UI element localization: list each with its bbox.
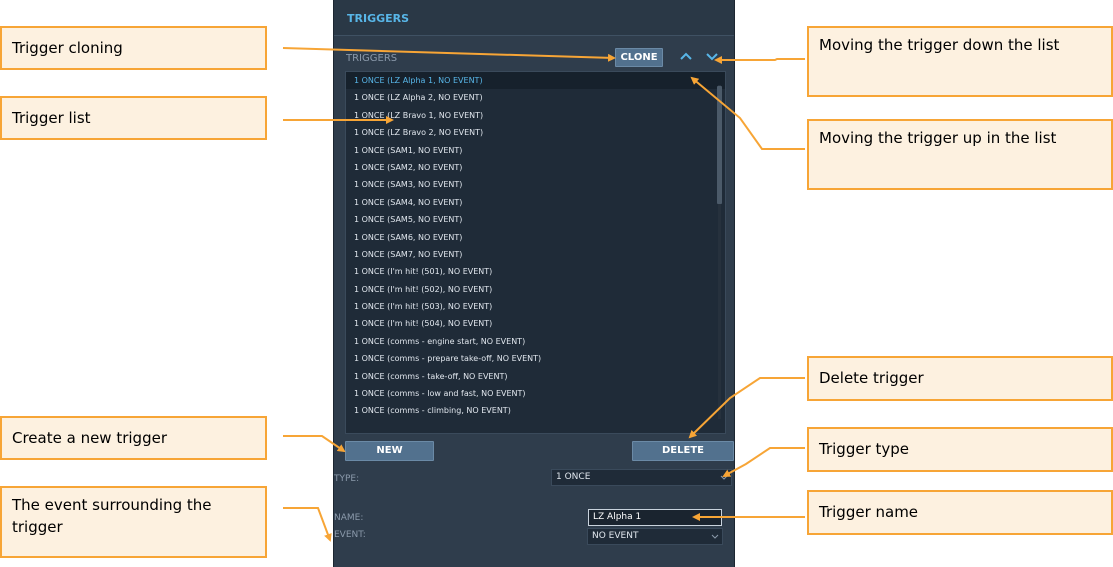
triggers-section-label: TRIGGERS [346, 53, 398, 64]
scroll-thumb[interactable] [717, 86, 722, 204]
trigger-list-item[interactable]: 1 ONCE (LZ Bravo 2, NO EVENT) [346, 124, 725, 141]
callout-trigger-type: Trigger type [807, 427, 1113, 472]
trigger-list-item[interactable]: 1 ONCE (SAM7, NO EVENT) [346, 246, 725, 263]
trigger-list-item[interactable]: 1 ONCE (SAM5, NO EVENT) [346, 211, 725, 228]
trigger-list-item[interactable]: 1 ONCE (SAM3, NO EVENT) [346, 176, 725, 193]
callout-trigger-cloning: Trigger cloning [0, 26, 267, 70]
leader-type [722, 447, 805, 477]
type-select[interactable]: 1 ONCE [551, 469, 732, 486]
trigger-list-item[interactable]: 1 ONCE (comms - engine start, NO EVENT) [346, 333, 725, 350]
scrollbar[interactable] [716, 75, 723, 430]
trigger-list-item[interactable]: 1 ONCE (I'm hit! (501), NO EVENT) [346, 263, 725, 280]
callout-trigger-event: The event surrounding the trigger [0, 486, 267, 558]
trigger-list-item[interactable]: 1 ONCE (LZ Alpha 2, NO EVENT) [346, 89, 725, 106]
trigger-list-item[interactable]: 1 ONCE (SAM1, NO EVENT) [346, 142, 725, 159]
event-label: EVENT: [334, 530, 366, 540]
trigger-list-item[interactable]: 1 ONCE (comms - take-off, NO EVENT) [346, 368, 725, 385]
chevron-down-icon [720, 475, 728, 480]
callout-create-trigger: Create a new trigger [0, 416, 267, 460]
chevron-down-icon[interactable] [704, 46, 720, 66]
trigger-list-item[interactable]: 1 ONCE (I'm hit! (502), NO EVENT) [346, 281, 725, 298]
name-label: NAME: [334, 513, 364, 523]
panel-title: TRIGGERS [334, 0, 734, 36]
name-input[interactable]: LZ Alpha 1 [588, 509, 722, 526]
trigger-list-item[interactable]: 1 ONCE (SAM2, NO EVENT) [346, 159, 725, 176]
callout-move-up: Moving the trigger up in the list [807, 119, 1113, 190]
delete-button[interactable]: DELETE [632, 441, 734, 461]
clone-button[interactable]: CLONE [615, 48, 663, 67]
trigger-list-item[interactable]: 1 ONCE (I'm hit! (503), NO EVENT) [346, 298, 725, 315]
event-select[interactable]: NO EVENT [587, 528, 723, 545]
type-label: TYPE: [334, 474, 360, 484]
trigger-list-item[interactable]: 1 ONCE (comms - low and fast, NO EVENT) [346, 385, 725, 402]
chevron-down-icon [711, 534, 719, 539]
trigger-list-items: 1 ONCE (LZ Alpha 1, NO EVENT) 1 ONCE (LZ … [346, 72, 725, 420]
trigger-list-item[interactable]: 1 ONCE (comms - climbing, NO EVENT) [346, 402, 725, 419]
callout-trigger-list: Trigger list [0, 96, 267, 140]
callout-move-down: Moving the trigger down the list [807, 26, 1113, 97]
trigger-list-item[interactable]: 1 ONCE (LZ Bravo 1, NO EVENT) [346, 107, 725, 124]
new-button[interactable]: NEW [345, 441, 434, 461]
trigger-list-item[interactable]: 1 ONCE (SAM4, NO EVENT) [346, 194, 725, 211]
trigger-list-item[interactable]: 1 ONCE (SAM6, NO EVENT) [346, 229, 725, 246]
trigger-list-item[interactable]: 1 ONCE (comms - prepare take-off, NO EVE… [346, 350, 725, 367]
triggers-panel: TRIGGERS TRIGGERS CLONE 1 ONCE (LZ Alpha… [333, 0, 735, 567]
trigger-list-item[interactable]: 1 ONCE (LZ Alpha 1, NO EVENT) [346, 72, 725, 90]
callout-delete-trigger: Delete trigger [807, 356, 1113, 401]
trigger-list-item[interactable]: 1 ONCE (I'm hit! (504), NO EVENT) [346, 315, 725, 332]
type-select-value: 1 ONCE [556, 472, 591, 482]
leader-event [283, 507, 332, 542]
chevron-up-icon[interactable] [678, 46, 694, 66]
trigger-list[interactable]: 1 ONCE (LZ Alpha 1, NO EVENT) 1 ONCE (LZ … [345, 71, 726, 434]
callout-trigger-name: Trigger name [807, 490, 1113, 535]
event-select-value: NO EVENT [592, 531, 639, 541]
